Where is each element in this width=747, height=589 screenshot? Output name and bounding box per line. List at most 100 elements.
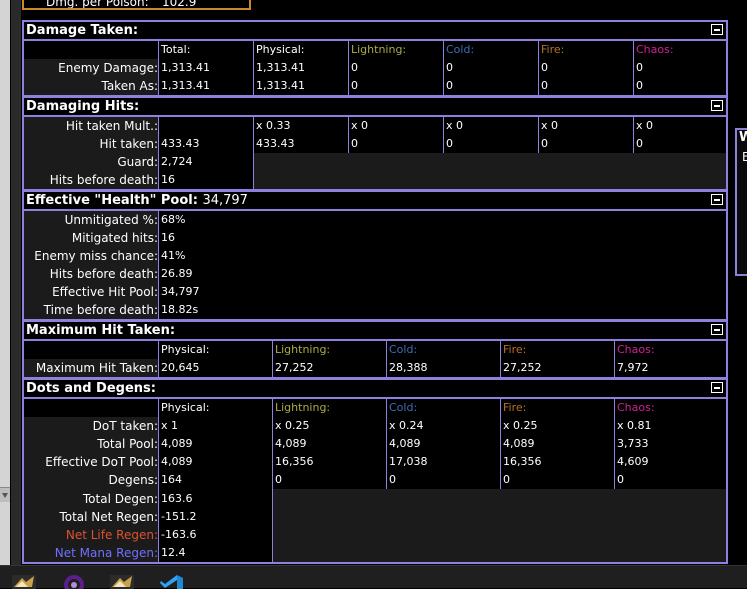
row-value: 433.43 xyxy=(161,137,200,150)
row-label: Hits before death: xyxy=(49,173,158,187)
header-physical: Physical: xyxy=(161,401,210,414)
row-value: 0 xyxy=(636,79,643,92)
header-cold: Cold: xyxy=(446,43,475,56)
header-physical: Physical: xyxy=(256,43,305,56)
maximum-hit-taken-section: Maximum Hit Taken: Physical: Lightning: … xyxy=(22,320,728,379)
row-value: 0 xyxy=(541,79,548,92)
row-value: x 0 xyxy=(541,119,559,132)
section-header: Effective "Health" Pool: 34,797 xyxy=(24,192,726,209)
section-title: Effective "Health" Pool: 34,797 xyxy=(26,192,248,209)
collapse-icon[interactable] xyxy=(711,100,723,111)
row-value: 0 xyxy=(446,79,453,92)
poison-label: Dmg. per Poison: xyxy=(46,0,149,9)
effective-health-pool-section: Effective "Health" Pool: 34,797 Unmitiga… xyxy=(22,190,728,321)
section-header: Maximum Hit Taken: xyxy=(24,322,726,339)
section-header: Damage Taken: xyxy=(24,22,726,39)
section-title: Dots and Degens: xyxy=(26,381,156,396)
row-value xyxy=(159,117,253,135)
row-value: 0 xyxy=(351,61,358,74)
row-label: Maximum Hit Taken: xyxy=(35,361,158,375)
row-value: 4,089 xyxy=(161,437,193,450)
row-label: Degens: xyxy=(108,473,158,487)
row-value: 18.82s xyxy=(161,303,199,316)
row-value: 26.89 xyxy=(161,267,193,280)
row-value: 3,733 xyxy=(617,437,649,450)
header-lightning: Lightning: xyxy=(351,43,407,56)
row-label: Time before death: xyxy=(43,303,158,317)
scrollbar[interactable] xyxy=(0,0,10,565)
row-value: 41% xyxy=(161,249,186,262)
row-value: 0 xyxy=(617,473,624,486)
row-value: 28,388 xyxy=(389,361,428,374)
section-header: Damaging Hits: xyxy=(24,98,726,115)
row-value: x 0.25 xyxy=(275,419,310,432)
row-value: 0 xyxy=(636,137,643,150)
header-chaos: Chaos: xyxy=(617,401,655,414)
row-value: x 0 xyxy=(351,119,369,132)
row-value: x 0.81 xyxy=(617,419,652,432)
row-value: 0 xyxy=(503,473,510,486)
row-label: Mitigated hits: xyxy=(71,231,158,245)
row-value: 163.6 xyxy=(161,492,193,505)
row-value: 7,972 xyxy=(617,361,649,374)
header-cold: Cold: xyxy=(389,343,418,356)
row-value: -151.2 xyxy=(161,510,197,523)
row-value: 16 xyxy=(161,231,175,244)
collapse-icon[interactable] xyxy=(711,24,723,35)
row-label: Total Degen: xyxy=(82,492,158,506)
ehp-title-value: 34,797 xyxy=(202,193,248,208)
taskbar xyxy=(0,565,747,589)
header-lightning: Lightning: xyxy=(275,401,331,414)
damaging-hits-section: Damaging Hits: Hit taken Mult.: x 0.33 x… xyxy=(22,96,728,191)
row-label: Taken As: xyxy=(101,79,158,93)
row-value: 27,252 xyxy=(275,361,314,374)
scroll-down-arrow-icon[interactable] xyxy=(0,487,10,502)
background-panel xyxy=(11,0,21,565)
section-header: Dots and Degens: xyxy=(24,380,726,397)
row-label: Hit taken: xyxy=(99,137,159,151)
row-value: 34,797 xyxy=(161,285,200,298)
row-value: 0 xyxy=(446,61,453,74)
row-value: 16 xyxy=(161,173,175,186)
row-value: x 0.25 xyxy=(503,419,538,432)
row-label-mana: Net Mana Regen: xyxy=(54,546,158,560)
row-value: 12.4 xyxy=(161,546,186,559)
row-value: 2,724 xyxy=(161,155,193,168)
row-value: 0 xyxy=(541,61,548,74)
row-label: Enemy miss chance: xyxy=(34,249,158,263)
row-value: -163.6 xyxy=(161,528,197,541)
collapse-icon[interactable] xyxy=(711,382,723,393)
row-value: 16,356 xyxy=(503,455,542,468)
ehp-title-text: Effective "Health" Pool: xyxy=(26,193,198,208)
row-label: Guard: xyxy=(117,155,158,169)
row-label: Effective Hit Pool: xyxy=(52,285,158,299)
poison-stats-box: Dmg. per Poison: 102.9 xyxy=(22,0,251,10)
row-value: 4,089 xyxy=(503,437,535,450)
row-value: 1,313.41 xyxy=(161,61,210,74)
row-value: 20,645 xyxy=(161,361,200,374)
row-label: DoT taken: xyxy=(92,419,158,433)
collapse-icon[interactable] xyxy=(711,194,723,205)
collapse-icon[interactable] xyxy=(711,324,723,335)
dots-and-degens-section: Dots and Degens: Physical: Lightning: Co… xyxy=(22,378,728,564)
right-side-panel: W E xyxy=(735,128,747,276)
row-label-life: Net Life Regen: xyxy=(65,528,158,542)
row-value: 0 xyxy=(351,79,358,92)
section-title: Maximum Hit Taken: xyxy=(26,323,176,338)
row-value: x 0.33 xyxy=(256,119,291,132)
header-chaos: Chaos: xyxy=(636,43,674,56)
row-value: x 0 xyxy=(446,119,464,132)
row-value: 1,313.41 xyxy=(256,79,305,92)
row-value: 16,356 xyxy=(275,455,314,468)
header-fire: Fire: xyxy=(503,343,527,356)
row-label: Total Net Regen: xyxy=(59,510,158,524)
row-label: Effective DoT Pool: xyxy=(45,455,158,469)
row-value: 433.43 xyxy=(256,137,295,150)
row-value: x 0 xyxy=(636,119,654,132)
row-value: 0 xyxy=(275,473,282,486)
right-panel-text: E xyxy=(742,150,747,164)
damage-taken-section: Damage Taken: Total: Physical: Lightning… xyxy=(22,20,728,97)
row-value: 0 xyxy=(446,137,453,150)
row-value: 0 xyxy=(541,137,548,150)
row-value: 4,089 xyxy=(389,437,421,450)
